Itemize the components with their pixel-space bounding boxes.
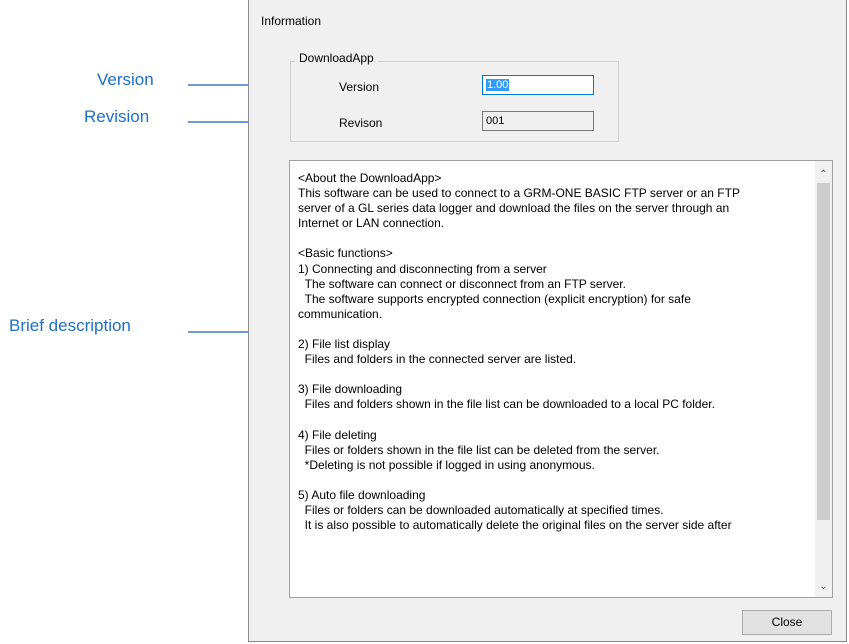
- version-value: 1.00: [486, 79, 510, 91]
- description-textbox[interactable]: <About the DownloadApp> This software ca…: [289, 160, 833, 598]
- version-label: Version: [339, 80, 380, 94]
- close-button[interactable]: Close: [742, 610, 832, 635]
- scroll-thumb[interactable]: [817, 183, 830, 520]
- scroll-up-icon[interactable]: ⌃: [815, 166, 832, 183]
- information-dialog: Information DownloadApp Version 1.00 Rev…: [248, 0, 847, 642]
- groupbox-label: DownloadApp: [295, 51, 378, 65]
- revision-label: Revison: [339, 116, 383, 130]
- vertical-scrollbar[interactable]: ⌃ ⌄: [815, 161, 832, 597]
- callout-brief-description: Brief description: [9, 316, 131, 335]
- callout-version: Version: [97, 70, 154, 89]
- version-field[interactable]: 1.00: [482, 75, 594, 95]
- description-text: <About the DownloadApp> This software ca…: [298, 171, 740, 533]
- dialog-title: Information: [261, 14, 322, 28]
- callout-revision: Revision: [84, 107, 150, 126]
- scroll-down-icon[interactable]: ⌄: [815, 578, 832, 595]
- revision-field[interactable]: 001: [482, 111, 594, 131]
